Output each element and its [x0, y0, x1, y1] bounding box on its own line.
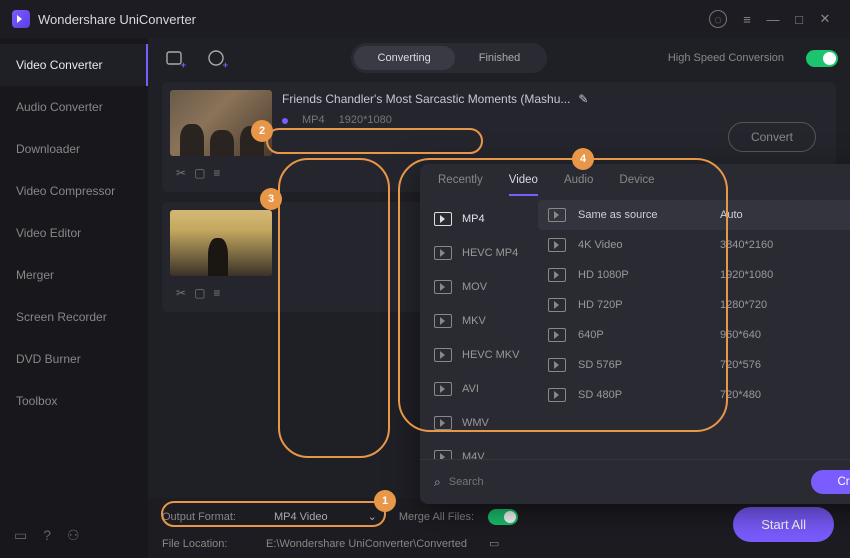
user-icon[interactable]: ◌	[708, 6, 734, 32]
sidebar: Video Converter Audio Converter Download…	[0, 38, 148, 558]
thumbnail[interactable]	[170, 210, 272, 276]
resolution-576p[interactable]: SD 576P720*576✎	[538, 350, 850, 380]
resolution-list: Same as sourceAuto✎ 4K Video3840*2160✎ H…	[538, 196, 850, 459]
app-logo-icon	[12, 10, 30, 28]
format-mkv[interactable]: MKV	[420, 304, 538, 338]
resolution-same-as-source[interactable]: Same as sourceAuto✎	[538, 200, 850, 230]
crop-icon[interactable]: ▢	[194, 286, 205, 300]
resolution-640p[interactable]: 640P960*640✎	[538, 320, 850, 350]
sidebar-item-screen-recorder[interactable]: Screen Recorder	[0, 296, 148, 338]
topbar: + + Converting Finished High Speed Conve…	[148, 38, 850, 78]
format-mov[interactable]: MOV	[420, 270, 538, 304]
chevron-down-icon: ⌄	[368, 510, 377, 523]
sidebar-item-merger[interactable]: Merger	[0, 254, 148, 296]
format-popup: Recently Video Audio Device MP4 HEVC MP4…	[420, 164, 850, 504]
search-box[interactable]: ⌕	[434, 475, 801, 490]
edit-title-icon[interactable]: ✎	[578, 92, 588, 106]
tab-finished[interactable]: Finished	[455, 46, 545, 70]
effects-icon[interactable]: ≡	[213, 286, 220, 300]
add-dvd-button[interactable]: +	[202, 44, 230, 72]
sidebar-item-video-editor[interactable]: Video Editor	[0, 212, 148, 254]
tab-converting[interactable]: Converting	[354, 46, 455, 70]
cut-icon[interactable]: ✂	[176, 166, 186, 180]
help-icon[interactable]: ?	[43, 527, 51, 544]
callout-2: 2	[251, 120, 273, 142]
callout-3: 3	[260, 188, 282, 210]
effects-icon[interactable]: ≡	[213, 166, 220, 180]
resolution-480p[interactable]: SD 480P720*480✎	[538, 380, 850, 410]
status-tabs: Converting Finished	[351, 43, 548, 73]
merge-all-toggle[interactable]	[488, 509, 518, 525]
create-button[interactable]: Create	[811, 470, 850, 494]
format-wmv[interactable]: WMV	[420, 406, 538, 440]
format-mp4[interactable]: MP4	[420, 202, 538, 236]
menu-icon[interactable]: ≡	[734, 6, 760, 32]
search-input[interactable]	[449, 476, 802, 488]
cut-icon[interactable]: ✂	[176, 286, 186, 300]
sidebar-item-toolbox[interactable]: Toolbox	[0, 380, 148, 422]
titlebar: Wondershare UniConverter ◌ ≡ — □ ✕	[0, 0, 850, 38]
sidebar-item-video-compressor[interactable]: Video Compressor	[0, 170, 148, 212]
people-icon[interactable]: ⚇	[67, 527, 80, 544]
format-avi[interactable]: AVI	[420, 372, 538, 406]
output-format-value: MP4 Video	[274, 511, 328, 523]
popup-tabs: Recently Video Audio Device	[420, 164, 850, 196]
sidebar-item-audio-converter[interactable]: Audio Converter	[0, 86, 148, 128]
file-location-label: File Location:	[162, 538, 252, 550]
high-speed-toggle[interactable]	[806, 50, 838, 67]
sidebar-item-downloader[interactable]: Downloader	[0, 128, 148, 170]
format-hevc-mp4[interactable]: HEVC MP4	[420, 236, 538, 270]
crop-icon[interactable]: ▢	[194, 166, 205, 180]
file-location-value: E:\Wondershare UniConverter\Converted	[266, 538, 467, 550]
file-format: MP4	[302, 114, 325, 126]
format-list: MP4 HEVC MP4 MOV MKV HEVC MKV AVI WMV M4…	[420, 196, 538, 459]
app-title: Wondershare UniConverter	[38, 12, 196, 27]
maximize-button[interactable]: □	[786, 6, 812, 32]
resolution-1080p[interactable]: HD 1080P1920*1080✎	[538, 260, 850, 290]
format-hevc-mkv[interactable]: HEVC MKV	[420, 338, 538, 372]
minimize-button[interactable]: —	[760, 6, 786, 32]
popup-tab-device[interactable]: Device	[619, 174, 654, 196]
convert-button[interactable]: Convert	[728, 122, 816, 152]
start-all-button[interactable]: Start All	[733, 507, 834, 542]
popup-tab-audio[interactable]: Audio	[564, 174, 593, 196]
open-folder-icon[interactable]: ▭	[489, 537, 499, 550]
file-resolution: 1920*1080	[339, 114, 392, 126]
high-speed-label: High Speed Conversion	[668, 52, 784, 64]
sidebar-item-dvd-burner[interactable]: DVD Burner	[0, 338, 148, 380]
content: + + Converting Finished High Speed Conve…	[148, 38, 850, 558]
callout-1: 1	[374, 490, 396, 512]
book-icon[interactable]: ▭	[14, 527, 27, 544]
merge-all-label: Merge All Files:	[399, 511, 474, 523]
popup-tab-recently[interactable]: Recently	[438, 174, 483, 196]
output-format-label: Output Format:	[162, 511, 252, 523]
file-title: Friends Chandler's Most Sarcastic Moment…	[282, 92, 570, 106]
output-format-dropdown[interactable]: MP4 Video ⌄	[266, 506, 385, 527]
callout-4: 4	[572, 148, 594, 170]
resolution-720p[interactable]: HD 720P1280*720✎	[538, 290, 850, 320]
add-file-button[interactable]: +	[160, 44, 188, 72]
format-m4v[interactable]: M4V	[420, 440, 538, 459]
popup-tab-video[interactable]: Video	[509, 174, 538, 196]
resolution-4k[interactable]: 4K Video3840*2160✎	[538, 230, 850, 260]
sidebar-item-video-converter[interactable]: Video Converter	[0, 44, 148, 86]
close-button[interactable]: ✕	[812, 6, 838, 32]
search-icon: ⌕	[434, 475, 441, 490]
